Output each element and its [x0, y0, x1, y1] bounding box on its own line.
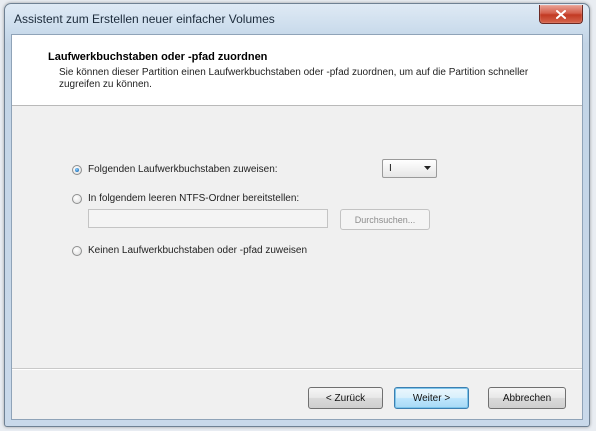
mount-folder-radio[interactable] — [72, 193, 82, 204]
chevron-down-icon — [424, 166, 431, 170]
window-title: Assistent zum Erstellen neuer einfacher … — [14, 12, 275, 26]
wizard-window: Assistent zum Erstellen neuer einfacher … — [4, 3, 590, 427]
assign-letter-radio[interactable] — [72, 164, 82, 175]
back-button[interactable]: < Zurück — [308, 387, 383, 409]
title-bar[interactable]: Assistent zum Erstellen neuer einfacher … — [5, 4, 589, 34]
wizard-header: Laufwerkbuchstaben oder -pfad zuordnen S… — [12, 35, 582, 106]
wizard-content: Laufwerkbuchstaben oder -pfad zuordnen S… — [11, 34, 583, 420]
no-letter-option[interactable]: Keinen Laufwerkbuchstaben oder -pfad zuw… — [72, 245, 307, 256]
close-button[interactable] — [539, 5, 583, 24]
assign-letter-label: Folgenden Laufwerkbuchstaben zuweisen: — [88, 164, 278, 175]
next-button[interactable]: Weiter > — [394, 387, 469, 409]
mount-folder-option[interactable]: In folgendem leeren NTFS-Ordner bereitst… — [72, 193, 299, 204]
page-description: Sie können dieser Partition einen Laufwe… — [59, 67, 529, 90]
folder-path-input[interactable] — [88, 209, 328, 228]
page-title: Laufwerkbuchstaben oder -pfad zuordnen — [48, 51, 268, 63]
cancel-button[interactable]: Abbrechen — [488, 387, 566, 409]
drive-letter-value: I — [389, 163, 392, 174]
no-letter-label: Keinen Laufwerkbuchstaben oder -pfad zuw… — [88, 245, 308, 256]
browse-button[interactable]: Durchsuchen... — [340, 209, 430, 230]
assign-letter-option[interactable]: Folgenden Laufwerkbuchstaben zuweisen: — [72, 164, 278, 175]
footer-divider — [12, 368, 582, 370]
close-icon — [556, 9, 566, 19]
no-letter-radio[interactable] — [72, 245, 82, 256]
mount-folder-label: In folgendem leeren NTFS-Ordner bereitst… — [88, 193, 300, 204]
drive-letter-select[interactable]: I — [382, 159, 437, 178]
